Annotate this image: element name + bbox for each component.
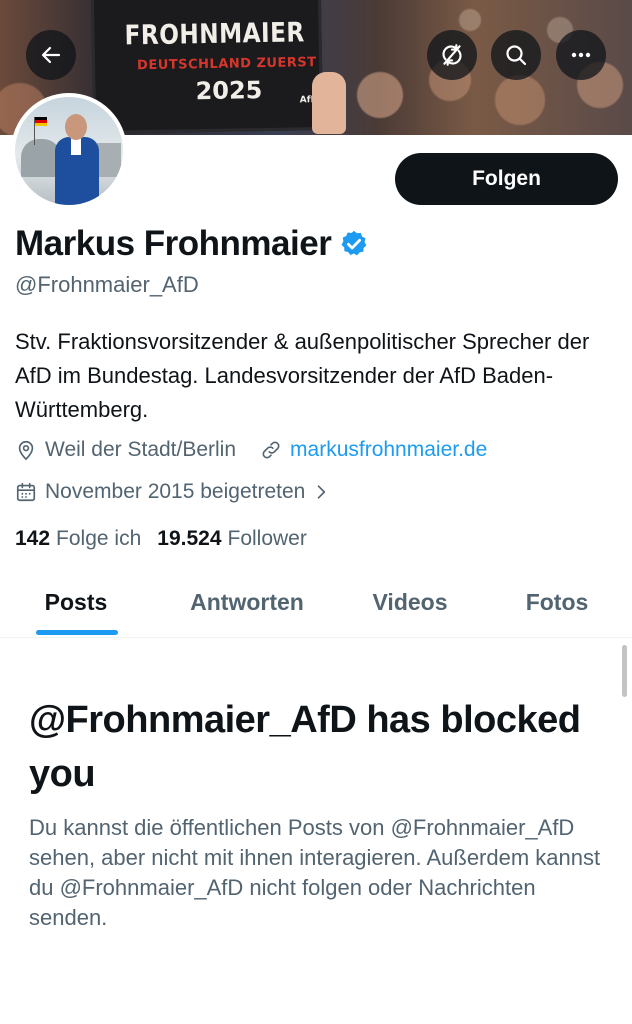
location-icon [18, 440, 34, 461]
profile-location: Weil der Stadt/Berlin [45, 438, 237, 461]
link-icon [262, 441, 280, 459]
following-count: 142 [15, 527, 51, 550]
profile-tabs: Posts Antworten Videos Fotos [0, 567, 632, 638]
followers-stat[interactable]: 19.524 Follower [157, 527, 307, 551]
banner-hand [312, 72, 346, 134]
following-stat[interactable]: 142 Folge ich [15, 527, 141, 551]
profile-name: Markus Frohnmaier [15, 224, 332, 263]
active-tab-indicator [36, 630, 118, 635]
followers-label: Follower [227, 527, 307, 550]
profile-stats: 142 Folge ich 19.524 Follower [15, 527, 307, 551]
more-button[interactable] [556, 30, 606, 80]
profile-bio: Stv. Fraktionsvorsitzender & außenpoliti… [15, 329, 590, 422]
arrow-left-icon [41, 46, 61, 64]
avatar-building-right [97, 143, 121, 177]
banner-sign: FROHNMAIER DEUTSCHLAND ZUERST 2025 AfD [90, 0, 324, 134]
sign-line-1: FROHNMAIER [124, 17, 305, 52]
sync-off-icon [442, 44, 462, 66]
follow-button[interactable]: Folgen [395, 153, 618, 205]
blocked-text: Du kannst die öffentlichen Posts von @Fr… [29, 815, 601, 930]
verified-badge-icon[interactable] [339, 229, 369, 259]
profile-meta-row: Weil der Stadt/Berlin markusfrohnmaier.d… [15, 438, 487, 462]
sync-off-button[interactable] [427, 30, 477, 80]
profile-website-link[interactable]: markusfrohnmaier.de [290, 438, 487, 462]
blocked-title: @Frohnmaier_AfD has blocked you [29, 699, 581, 795]
chevron-right-icon [318, 485, 326, 499]
scrollbar[interactable] [622, 645, 627, 697]
search-button[interactable] [491, 30, 541, 80]
sign-line-2: DEUTSCHLAND ZUERST [136, 55, 317, 74]
avatar-person-head [65, 114, 87, 140]
profile-website[interactable]: markusfrohnmaier.de [260, 438, 487, 462]
profile-joined: November 2015 beigetreten [45, 480, 306, 503]
tab-videos[interactable]: Videos [345, 567, 475, 637]
avatar[interactable] [11, 93, 127, 209]
profile-joined-row[interactable]: November 2015 beigetreten [15, 480, 331, 504]
tab-posts[interactable]: Posts [0, 567, 152, 637]
avatar-photo [15, 97, 123, 205]
profile-handle: @Frohnmaier_AfD [15, 272, 199, 297]
following-label: Folge ich [56, 527, 142, 550]
tab-fotos[interactable]: Fotos [492, 567, 622, 637]
sign-line-3: 2025 [195, 76, 263, 106]
followers-count: 19.524 [157, 527, 222, 550]
avatar-flag [35, 117, 47, 126]
tab-antworten[interactable]: Antworten [168, 567, 326, 637]
profile-name-row: Markus Frohnmaier [15, 224, 369, 264]
more-horizontal-icon [571, 52, 591, 58]
back-button[interactable] [26, 30, 76, 80]
search-icon [506, 45, 527, 66]
calendar-icon [16, 482, 36, 502]
